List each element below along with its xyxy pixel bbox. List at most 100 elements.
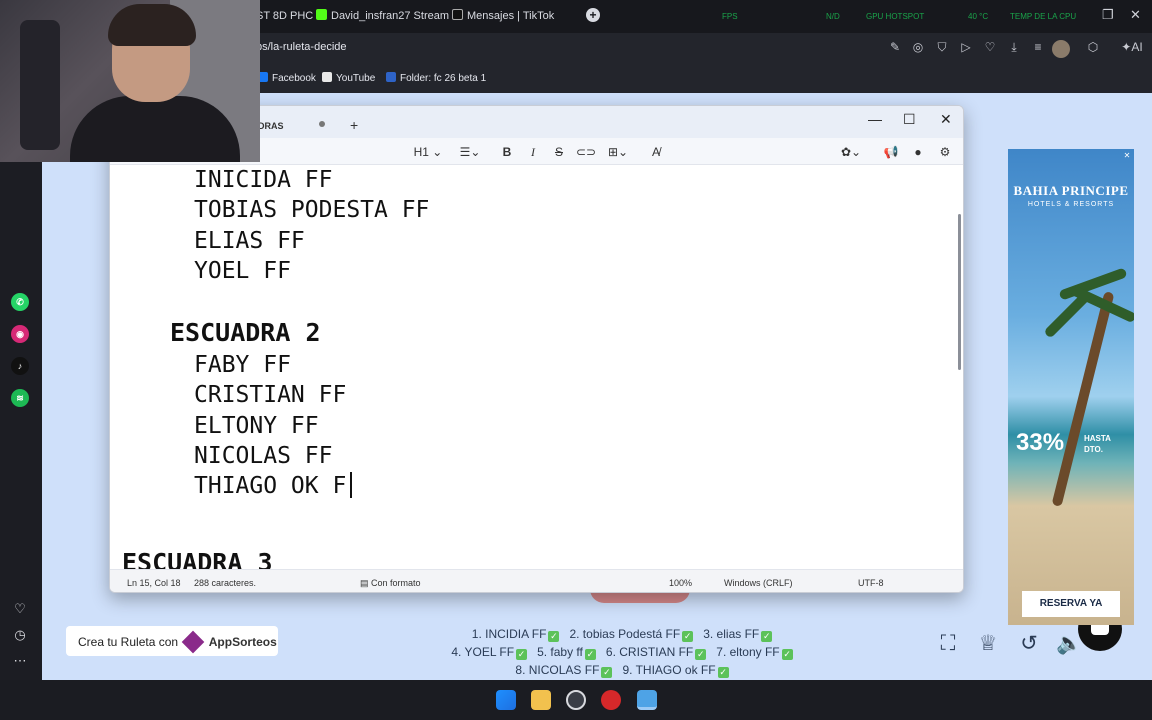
heart-sidebar-icon[interactable]: ♡	[12, 601, 28, 617]
history-icon[interactable]: ◷	[12, 627, 28, 643]
whatsapp-icon[interactable]: ✆	[11, 293, 29, 311]
line-ending[interactable]: Windows (CRLF)	[724, 578, 793, 588]
fullscreen-icon[interactable]: ⛶	[935, 631, 961, 657]
result-item: 1. INCIDIA FF ✓	[471, 627, 560, 642]
account-avatar-icon[interactable]: ●	[910, 144, 926, 160]
text-line-current: THIAGO OK F	[194, 471, 353, 501]
check-icon: ✓	[761, 631, 773, 642]
notepad-new-tab-icon[interactable]: +	[350, 117, 358, 133]
download-icon[interactable]: ⤓	[1007, 40, 1021, 54]
bookmark-youtube[interactable]: YouTube	[322, 72, 375, 84]
hw-cpu-label: TEMP DE LA CPU	[1010, 12, 1077, 21]
tab-kick-stream[interactable]: David_insfran27 Stream -	[316, 8, 456, 24]
webcam-person-hair	[108, 4, 196, 46]
encoding[interactable]: UTF-8	[858, 578, 884, 588]
result-item: 2. tobias Podestá FF ✓	[569, 627, 694, 642]
minimize-icon[interactable]: —	[868, 111, 882, 127]
strikethrough-icon[interactable]: S	[552, 144, 566, 160]
check-icon: ✓	[584, 649, 596, 660]
italic-icon[interactable]: I	[526, 144, 540, 160]
camera-icon[interactable]: ◎	[911, 40, 925, 54]
hotel-ad[interactable]: ✕ BAHIA PRINCIPE HOTELS & RESORTS 33% HA…	[1008, 149, 1134, 625]
text-line: INICIDA FF	[194, 167, 333, 193]
zoom-level[interactable]: 100%	[669, 578, 692, 588]
bookmark-facebook[interactable]: Facebook	[258, 72, 316, 84]
bold-icon[interactable]: B	[500, 144, 514, 160]
crea-ruleta-banner[interactable]: Crea tu Ruleta con AppSorteos	[66, 626, 278, 656]
notepad-taskbar-icon[interactable]	[637, 690, 657, 710]
link-icon[interactable]: ⊂⊃	[576, 144, 596, 160]
squad-heading: ESCUADRA 3	[122, 548, 273, 569]
ad-discount: 33%	[1016, 429, 1065, 456]
file-explorer-icon[interactable]	[531, 690, 551, 710]
tab-stream-1[interactable]: ST 8D PHC	[256, 8, 313, 24]
instagram-icon[interactable]: ◉	[11, 325, 29, 343]
more-icon[interactable]: ⋯	[12, 653, 28, 669]
window-close-icon[interactable]: ✕	[1130, 7, 1141, 23]
ad-reserve-button[interactable]: RESERVA YA	[1022, 591, 1120, 617]
maximize-icon[interactable]: ☐	[903, 111, 916, 128]
format-status[interactable]: ▤ Con formato	[360, 578, 421, 589]
check-icon: ✓	[695, 649, 707, 660]
check-icon: ✓	[717, 667, 729, 678]
window-restore-icon[interactable]: ❐	[1102, 7, 1114, 23]
result-item: 4. YOEL FF ✓	[451, 645, 528, 660]
windows-start-icon[interactable]	[496, 690, 516, 710]
webcam-mic-arm	[20, 20, 60, 150]
extension-cube-icon[interactable]: ⬡	[1086, 40, 1100, 54]
url-field[interactable]: ps/la-ruleta-decide	[256, 41, 347, 53]
scrollbar-thumb[interactable]	[958, 214, 961, 370]
edit-icon[interactable]: ✎	[888, 40, 902, 54]
heading-dropdown[interactable]: H1 ⌄	[413, 144, 443, 160]
text-line: NICOLAS FF	[194, 443, 333, 469]
table-icon[interactable]: ⊞⌄	[605, 144, 631, 160]
play-icon[interactable]: ▷	[959, 40, 973, 54]
text-line: ELTONY FF	[194, 413, 319, 439]
profile-avatar[interactable]	[1052, 40, 1070, 58]
chrome-like-icon[interactable]	[566, 690, 586, 710]
sparkle-icon: ✦	[1121, 40, 1132, 54]
webcam-overlay	[0, 0, 260, 162]
list-icon[interactable]: ☰⌄	[457, 144, 483, 160]
text-line: TOBIAS PODESTA FF	[194, 197, 430, 223]
clear-format-icon[interactable]: A̸	[648, 144, 664, 160]
check-icon: ✓	[601, 667, 613, 678]
bookmark-folder-fc26[interactable]: Folder: fc 26 beta 1	[386, 72, 486, 84]
results-line-2: 4. YOEL FF ✓ 5. faby ff ✓ 6. CRISTIAN FF ✓ …	[382, 643, 862, 661]
text-line: CRISTIAN FF	[194, 382, 347, 408]
result-item: 8. NICOLAS FF ✓	[515, 663, 613, 678]
squad-heading: ESCUADRA 2	[170, 318, 321, 347]
ai-button[interactable]: ✦AI	[1120, 40, 1144, 54]
windows-taskbar	[0, 680, 1152, 720]
result-item: 9. THIAGO ok FF ✓	[622, 663, 729, 678]
result-item: 6. CRISTIAN FF ✓	[605, 645, 707, 660]
hw-gpu-value: 40 °C	[968, 12, 989, 21]
tab-tiktok-messages[interactable]: Mensajes | TikTok	[452, 8, 554, 24]
unsaved-dot-icon	[319, 121, 325, 127]
ad-close-icon[interactable]: ✕	[1122, 151, 1132, 161]
notepad-editor[interactable]: INICIDA FF TOBIAS PODESTA FF ELIAS FF YO…	[110, 165, 950, 569]
close-icon[interactable]: ✕	[940, 111, 952, 128]
new-tab-button[interactable]: +	[586, 8, 600, 22]
copilot-icon[interactable]: ✿⌄	[837, 144, 865, 160]
heart-icon[interactable]: ♡	[983, 40, 997, 54]
appsorteos-logo-icon	[182, 630, 205, 654]
notepad-tab[interactable]: DRAS	[258, 121, 284, 131]
settings-gear-icon[interactable]: ⚙	[937, 144, 953, 160]
format-icon: ▤	[360, 578, 372, 588]
check-icon: ✓	[548, 631, 560, 642]
tiktok-sidebar-icon[interactable]: ♪	[11, 357, 29, 375]
menu-icon[interactable]: ≡	[1031, 40, 1045, 54]
trophy-icon[interactable]: ♕	[975, 631, 1001, 657]
opera-icon[interactable]	[601, 690, 621, 710]
notepad-statusbar: Ln 15, Col 18 288 caracteres. ▤ Con form…	[110, 569, 963, 592]
results-list: 1. INCIDIA FF ✓ 2. tobias Podestá FF ✓ 3. …	[382, 625, 862, 679]
check-icon: ✓	[682, 631, 694, 642]
spotify-icon[interactable]: ≋	[11, 389, 29, 407]
megaphone-icon[interactable]: 📢	[883, 144, 899, 160]
check-icon: ✓	[781, 649, 793, 660]
tiktok-icon	[452, 9, 463, 20]
undo-icon[interactable]: ↺	[1016, 631, 1042, 657]
shield-icon[interactable]: ⛉	[935, 40, 949, 54]
ad-subtitle: HOTELS & RESORTS	[1027, 201, 1115, 208]
